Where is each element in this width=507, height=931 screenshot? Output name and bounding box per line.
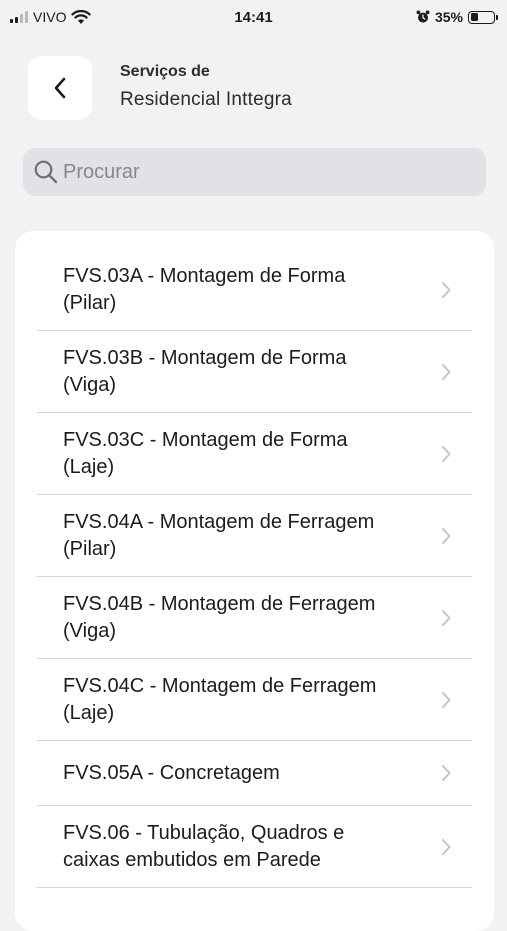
search-bar[interactable] [23, 148, 486, 196]
status-left: VIVO [10, 9, 92, 25]
list-item[interactable]: FVS.05A - Concretagem [37, 741, 472, 806]
list-item-label: FVS.05A - Concretagem [63, 760, 280, 787]
status-right: 35% [416, 9, 498, 25]
chevron-right-icon [442, 838, 451, 855]
list-item-line2: caixas embutidos em Parede [63, 848, 321, 871]
list-item-line2: (Pilar) [63, 537, 117, 560]
list-item-label: FVS.03C - Montagem de Forma (Laje) [63, 427, 348, 481]
list-item-line1: FVS.05A - Concretagem [63, 761, 280, 784]
list-item-line2: (Pilar) [63, 291, 117, 314]
list-item-line1: FVS.06 - Tubulação, Quadros e [63, 821, 345, 844]
list-item-line1: FVS.04C - Montagem de Ferragem [63, 674, 377, 697]
header-subtitle: Serviços de [120, 63, 210, 80]
back-button[interactable] [28, 56, 92, 120]
header: Serviços de Residencial Inttegra [28, 56, 292, 120]
list-item-line1: FVS.03C - Montagem de Forma [63, 428, 348, 451]
carrier-label: VIVO [33, 9, 67, 25]
list-item[interactable]: FVS.04C - Montagem de Ferragem (Laje) [37, 659, 472, 741]
chevron-right-icon [442, 527, 451, 544]
chevron-right-icon [442, 691, 451, 708]
list-item-line2: (Laje) [63, 455, 115, 478]
list-item-label: FVS.04B - Montagem de Ferragem (Viga) [63, 591, 375, 645]
battery-percent: 35% [434, 9, 463, 25]
list-item-line1: FVS.04B - Montagem de Ferragem [63, 592, 376, 615]
list-item-label: FVS.04A - Montagem de Ferragem (Pilar) [63, 509, 374, 563]
page-title: Residencial Inttegra [120, 89, 292, 110]
chevron-right-icon [442, 363, 451, 380]
list-item[interactable]: FVS.04B - Montagem de Ferragem (Viga) [37, 577, 472, 659]
list-item[interactable]: FVS.03B - Montagem de Forma (Viga) [37, 331, 472, 413]
list-item-line2: (Laje) [63, 701, 115, 724]
alarm-icon [416, 10, 430, 23]
chevron-right-icon [442, 609, 451, 626]
battery-fill [470, 13, 479, 21]
list-item[interactable]: FVS.04A - Montagem de Ferragem (Pilar) [37, 495, 472, 577]
list-item[interactable]: FVS.03A - Montagem de Forma (Pilar) [37, 249, 472, 331]
wifi-icon [71, 9, 92, 24]
list-item[interactable]: FVS.06 - Tubulação, Quadros e caixas embu… [37, 806, 472, 888]
list-item[interactable]: FVS.03C - Montagem de Forma (Laje) [37, 413, 472, 495]
list-item-line1: FVS.03A - Montagem de Forma [63, 264, 346, 287]
status-bar: VIVO 14:41 35% [0, 0, 507, 34]
list-item-label: FVS.06 - Tubulação, Quadros e caixas embu… [63, 820, 344, 874]
search-icon [34, 160, 58, 184]
list-item-label: FVS.03A - Montagem de Forma (Pilar) [63, 263, 345, 317]
chevron-right-icon [442, 445, 451, 462]
list-item-line1: FVS.04A - Montagem de Ferragem [63, 510, 375, 533]
chevron-right-icon [442, 765, 451, 781]
list-item-line1: FVS.03B - Montagem de Forma [63, 346, 347, 369]
list-item-line2: (Viga) [63, 619, 116, 642]
search-input[interactable] [63, 160, 463, 184]
list-item-label: FVS.04C - Montagem de Ferragem (Laje) [63, 673, 376, 727]
list-item-line2: (Viga) [63, 373, 116, 396]
services-list: FVS.03A - Montagem de Forma (Pilar) FVS.03… [15, 231, 494, 931]
header-text: Serviços de Residencial Inttegra [120, 63, 292, 111]
chevron-right-icon [442, 281, 451, 298]
battery-icon [468, 10, 498, 24]
signal-icon [10, 11, 28, 23]
list-item-label: FVS.03B - Montagem de Forma (Viga) [63, 345, 346, 399]
chevron-left-icon [54, 77, 66, 99]
